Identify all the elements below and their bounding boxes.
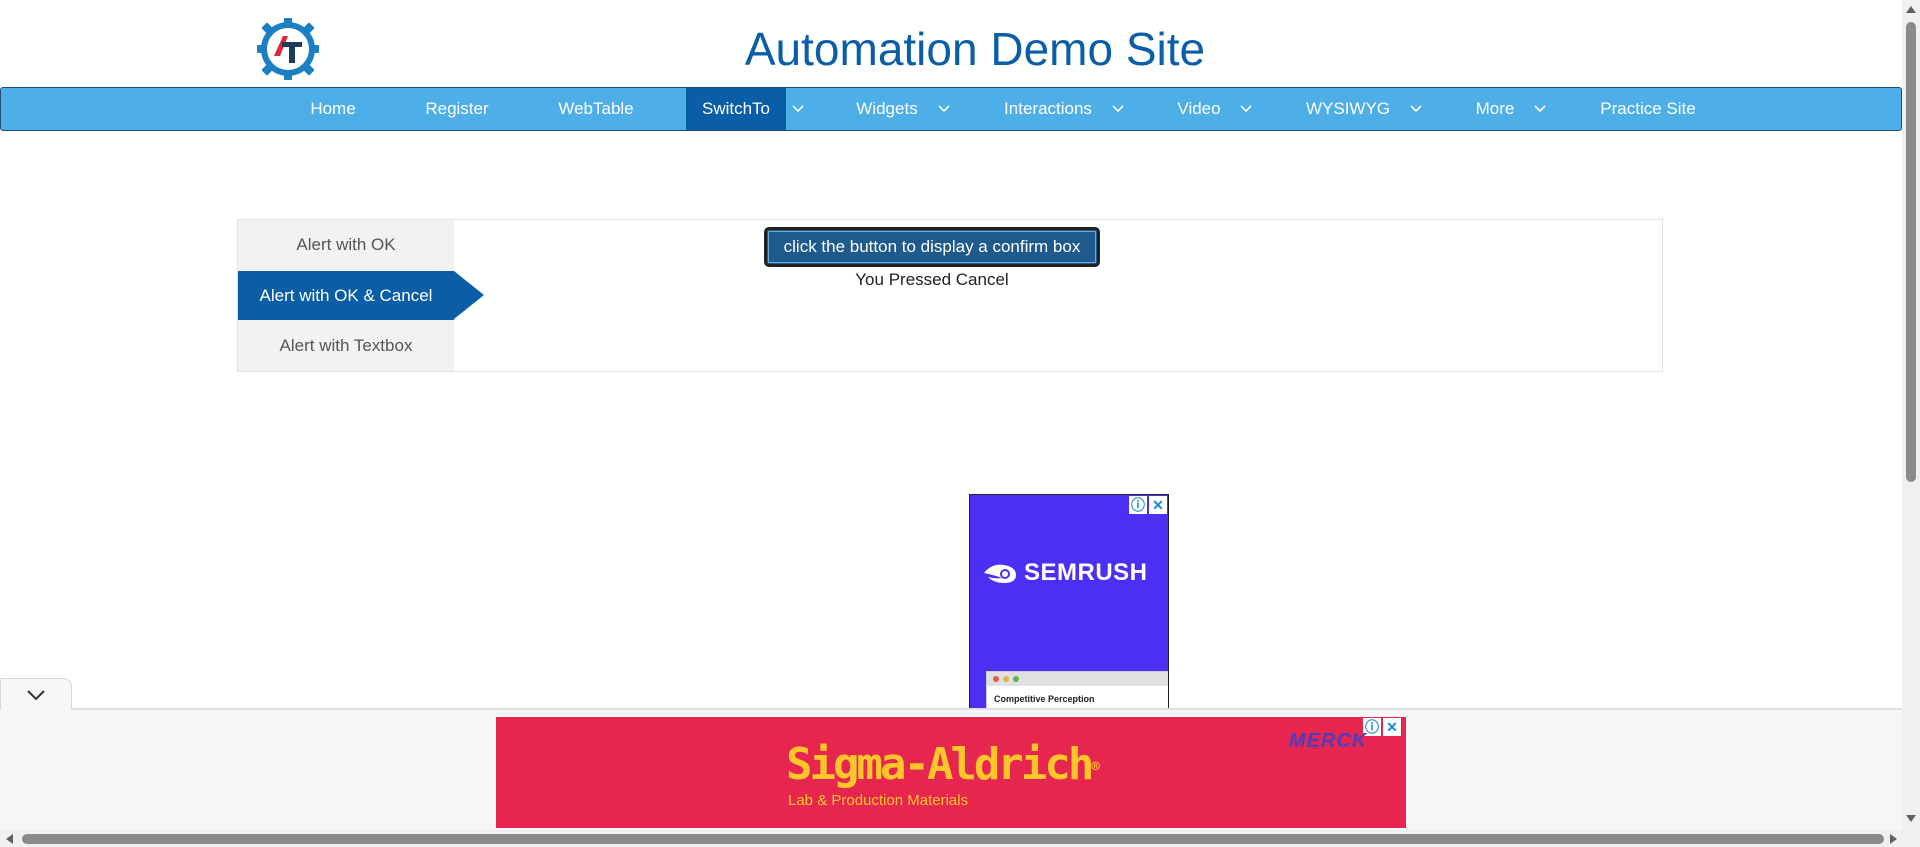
- scroll-down-icon[interactable]: [1906, 815, 1916, 822]
- window-dot-icon: [1013, 676, 1019, 682]
- chevron-down-icon[interactable]: [787, 88, 809, 130]
- display-confirm-button[interactable]: click the button to display a confirm bo…: [764, 227, 1100, 267]
- nav-wysiwyg[interactable]: WYSIWYG: [1293, 88, 1403, 130]
- nav-widgets[interactable]: Widgets: [841, 88, 933, 130]
- ad-preview-window: Competitive Perception: [986, 671, 1168, 708]
- window-dot-icon: [1003, 676, 1009, 682]
- merck-logo: MERCK: [1289, 730, 1368, 752]
- nav-webtable[interactable]: WebTable: [543, 88, 649, 130]
- sigma-aldrich-ad[interactable]: ⓘ ✕ MERCK Sigma-Aldrich® Lab & Productio…: [496, 717, 1406, 828]
- banner-subtitle: Lab & Production Materials: [788, 792, 969, 809]
- chevron-down-icon[interactable]: [1405, 88, 1427, 130]
- ad-close-icon[interactable]: ✕: [1149, 496, 1167, 514]
- chevron-down-icon[interactable]: [1235, 88, 1257, 130]
- ad-preview-text: Competitive Perception: [994, 694, 1095, 704]
- alert-tabs: Alert with OK Alert with OK & Cancel Ale…: [238, 220, 454, 371]
- chevron-down-icon: [27, 689, 45, 700]
- nav-switchto[interactable]: SwitchTo: [686, 88, 786, 130]
- window-dot-icon: [993, 676, 999, 682]
- page-title: Automation Demo Site: [744, 23, 1206, 75]
- horizontal-scroll-thumb[interactable]: [22, 834, 1884, 844]
- ad-close-icon[interactable]: ✕: [1383, 718, 1401, 736]
- window-titlebar: [987, 672, 1168, 686]
- tab-alert-with-ok[interactable]: Alert with OK: [238, 220, 454, 269]
- scroll-left-icon[interactable]: [6, 834, 13, 844]
- chevron-down-icon[interactable]: [1529, 88, 1551, 130]
- nav-practice-site[interactable]: Practice Site: [1587, 88, 1709, 130]
- banner-title: Sigma-Aldrich®: [786, 739, 1100, 790]
- banner-title-text: Sigma-Aldrich: [786, 739, 1094, 790]
- vertical-scroll-thumb[interactable]: [1906, 22, 1916, 482]
- tab-alert-with-ok-cancel[interactable]: Alert with OK & Cancel: [238, 271, 454, 320]
- scroll-up-icon[interactable]: [1906, 6, 1916, 13]
- tab-alert-with-textbox[interactable]: Alert with Textbox: [238, 321, 454, 370]
- chevron-down-icon[interactable]: [1107, 88, 1129, 130]
- semrush-brand: SEMRUSH: [1024, 559, 1148, 586]
- nav-home[interactable]: Home: [293, 88, 373, 130]
- collapse-ad-button[interactable]: [0, 678, 72, 710]
- nav-more[interactable]: More: [1461, 88, 1529, 130]
- vertical-scrollbar[interactable]: [1902, 0, 1920, 830]
- ad-info-icon[interactable]: ⓘ: [1129, 496, 1147, 514]
- confirm-result-text: You Pressed Cancel: [855, 270, 1009, 289]
- horizontal-scrollbar[interactable]: [0, 830, 1920, 847]
- scroll-right-icon[interactable]: [1890, 834, 1897, 844]
- registered-mark: ®: [1091, 759, 1100, 775]
- main-navbar: Home Register WebTable SwitchTo Widgets …: [0, 87, 1902, 131]
- semrush-ad[interactable]: ⓘ ✕ SEMRUSH Competitive Perception: [969, 494, 1169, 709]
- nav-interactions[interactable]: Interactions: [991, 88, 1105, 130]
- chevron-down-icon[interactable]: [933, 88, 955, 130]
- nav-video[interactable]: Video: [1163, 88, 1235, 130]
- semrush-flame-icon: [984, 564, 1016, 583]
- active-tab-arrow: [454, 271, 484, 319]
- nav-register[interactable]: Register: [409, 88, 505, 130]
- semrush-logo: SEMRUSH: [982, 559, 1148, 587]
